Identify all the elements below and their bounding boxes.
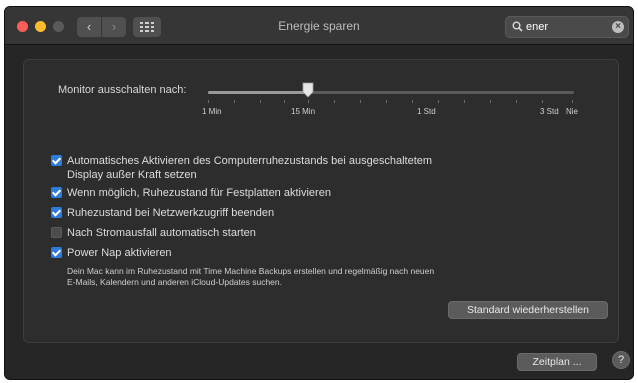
option-disk-sleep-label: Wenn möglich, Ruhezustand für Festplatte… bbox=[67, 187, 331, 199]
slider-tick bbox=[438, 100, 439, 103]
help-button[interactable]: ? bbox=[612, 351, 630, 369]
slider-tick bbox=[386, 100, 387, 103]
slider-tick bbox=[334, 100, 335, 103]
slider-tick bbox=[360, 100, 361, 103]
slider-tick bbox=[260, 100, 261, 103]
slider-tick bbox=[284, 100, 285, 103]
slider-tick bbox=[464, 100, 465, 103]
restore-defaults-button[interactable]: Standard wiederherstellen bbox=[448, 301, 608, 319]
power-nap-description: Dein Mac kann im Ruhezustand mit Time Ma… bbox=[67, 266, 507, 288]
slider-tick bbox=[516, 100, 517, 103]
option-power-nap-label: Power Nap aktivieren bbox=[67, 247, 172, 259]
checkbox-disk-sleep[interactable] bbox=[51, 187, 62, 198]
preferences-window: ‹ › Energie sparen × Monitor aus bbox=[4, 6, 634, 380]
checkbox-prevent-sleep[interactable] bbox=[51, 155, 62, 166]
tick-label-nie: Nie bbox=[566, 107, 579, 116]
display-sleep-slider[interactable] bbox=[208, 91, 574, 94]
checkbox-restart-power-failure[interactable] bbox=[51, 227, 62, 238]
tick-label-15-min: 15 Min bbox=[291, 107, 316, 116]
slider-fill bbox=[208, 91, 308, 94]
slider-tick bbox=[490, 100, 491, 103]
tick-label-1-min: 1 Min bbox=[202, 107, 222, 116]
option-prevent-sleep-line2: Display außer Kraft setzen bbox=[67, 169, 197, 181]
slider-tick bbox=[234, 100, 235, 103]
search-icon bbox=[512, 21, 523, 32]
power-nap-description-line2: E-Mails, Kalendern und anderen iCloud-Up… bbox=[67, 277, 282, 287]
power-nap-description-line1: Dein Mac kann im Ruhezustand mit Time Ma… bbox=[67, 266, 435, 276]
slider-tick bbox=[308, 100, 309, 103]
option-prevent-sleep-label: Automatisches Aktivieren des Computerruh… bbox=[67, 154, 432, 182]
slider-tick bbox=[572, 100, 573, 103]
checkbox-wake-network[interactable] bbox=[51, 207, 62, 218]
schedule-button[interactable]: Zeitplan ... bbox=[517, 353, 597, 371]
option-wake-network-label: Ruhezustand bei Netzwerkzugriff beenden bbox=[67, 207, 275, 219]
slider-knob[interactable] bbox=[302, 82, 314, 98]
tick-label-1-std: 1 Std bbox=[417, 107, 436, 116]
checkbox-power-nap[interactable] bbox=[51, 247, 62, 258]
search-input[interactable] bbox=[526, 19, 606, 35]
clear-search-icon[interactable]: × bbox=[612, 21, 624, 33]
slider-tick bbox=[208, 100, 209, 103]
settings-panel: Monitor ausschalten nach: 1 Min 15 Min 1… bbox=[23, 59, 619, 343]
search-field[interactable]: × bbox=[505, 16, 629, 38]
option-restart-power-failure-label: Nach Stromausfall automatisch starten bbox=[67, 227, 256, 239]
option-prevent-sleep-line1: Automatisches Aktivieren des Computerruh… bbox=[67, 155, 433, 167]
title-bar: ‹ › Energie sparen × bbox=[5, 7, 633, 45]
tick-label-3-std: 3 Std bbox=[540, 107, 559, 116]
slider-tick bbox=[412, 100, 413, 103]
slider-tick bbox=[542, 100, 543, 103]
display-sleep-label: Monitor ausschalten nach: bbox=[58, 84, 187, 96]
